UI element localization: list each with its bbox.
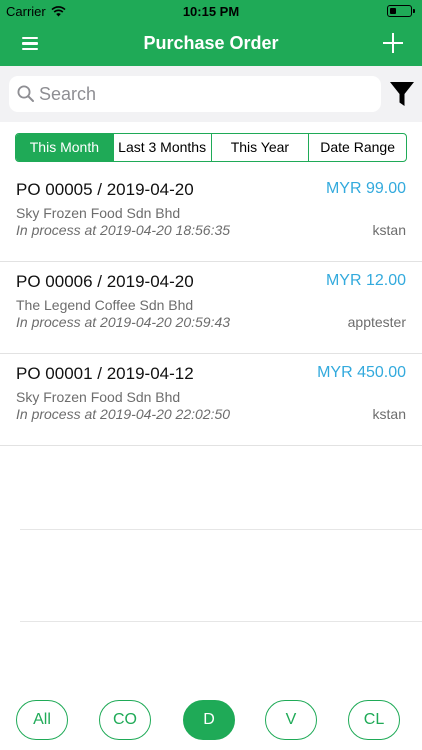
status-filter-bar: All CO D V CL <box>0 700 422 742</box>
date-filter-segmented-control: This Month Last 3 Months This Year Date … <box>15 133 407 162</box>
filter-d-button[interactable]: D <box>183 700 235 740</box>
clock: 10:15 PM <box>182 4 240 19</box>
filter-all-button[interactable]: All <box>16 700 68 740</box>
list-item[interactable]: PO 00005 / 2019-04-20 MYR 99.00 Sky Froz… <box>0 170 422 262</box>
po-title: PO 00001 / 2019-04-12 <box>16 364 194 383</box>
navigation-bar: Purchase Order <box>0 22 422 66</box>
battery-icon <box>387 5 415 17</box>
po-company: Sky Frozen Food Sdn Bhd <box>16 205 181 221</box>
po-title: PO 00006 / 2019-04-20 <box>16 272 194 291</box>
segment-this-year[interactable]: This Year <box>210 134 309 161</box>
po-title: PO 00005 / 2019-04-20 <box>16 180 194 199</box>
po-amount: MYR 99.00 <box>325 180 406 197</box>
po-user: kstan <box>372 406 406 422</box>
po-status: In process at 2019-04-20 20:59:43 <box>16 314 231 330</box>
battery-level <box>389 7 397 14</box>
po-amount: MYR 450.00 <box>317 364 406 381</box>
filter-v-button[interactable]: V <box>265 700 317 740</box>
po-company: Sky Frozen Food Sdn Bhd <box>16 389 181 405</box>
filter-co-button[interactable]: CO <box>99 700 151 740</box>
add-order-button[interactable] <box>382 32 404 54</box>
po-user: kstan <box>372 222 406 238</box>
po-amount: MYR 12.00 <box>325 272 406 289</box>
po-company: The Legend Coffee Sdn Bhd <box>16 297 194 313</box>
search-input[interactable] <box>39 76 369 112</box>
po-status: In process at 2019-04-20 18:56:35 <box>16 222 231 238</box>
search-bar-container <box>0 66 422 122</box>
list-item[interactable]: PO 00006 / 2019-04-20 MYR 12.00 The Lege… <box>0 262 422 354</box>
segment-last-3-months[interactable]: Last 3 Months <box>112 134 211 161</box>
purchase-order-list: PO 00005 / 2019-04-20 MYR 99.00 Sky Froz… <box>0 170 422 446</box>
filter-cl-button[interactable]: CL <box>348 700 400 740</box>
search-box[interactable] <box>9 76 381 112</box>
segment-this-month[interactable]: This Month <box>16 134 113 161</box>
row-divider <box>20 529 422 530</box>
page-title: Purchase Order <box>143 33 279 53</box>
list-item[interactable]: PO 00001 / 2019-04-12 MYR 450.00 Sky Fro… <box>0 354 422 446</box>
segment-date-range[interactable]: Date Range <box>308 134 406 161</box>
filter-icon[interactable] <box>389 79 415 109</box>
po-status: In process at 2019-04-20 22:02:50 <box>16 406 231 422</box>
search-icon <box>17 85 34 102</box>
row-divider <box>20 621 422 622</box>
po-user: apptester <box>347 314 406 330</box>
status-bar: Carrier 10:15 PM <box>0 0 422 22</box>
